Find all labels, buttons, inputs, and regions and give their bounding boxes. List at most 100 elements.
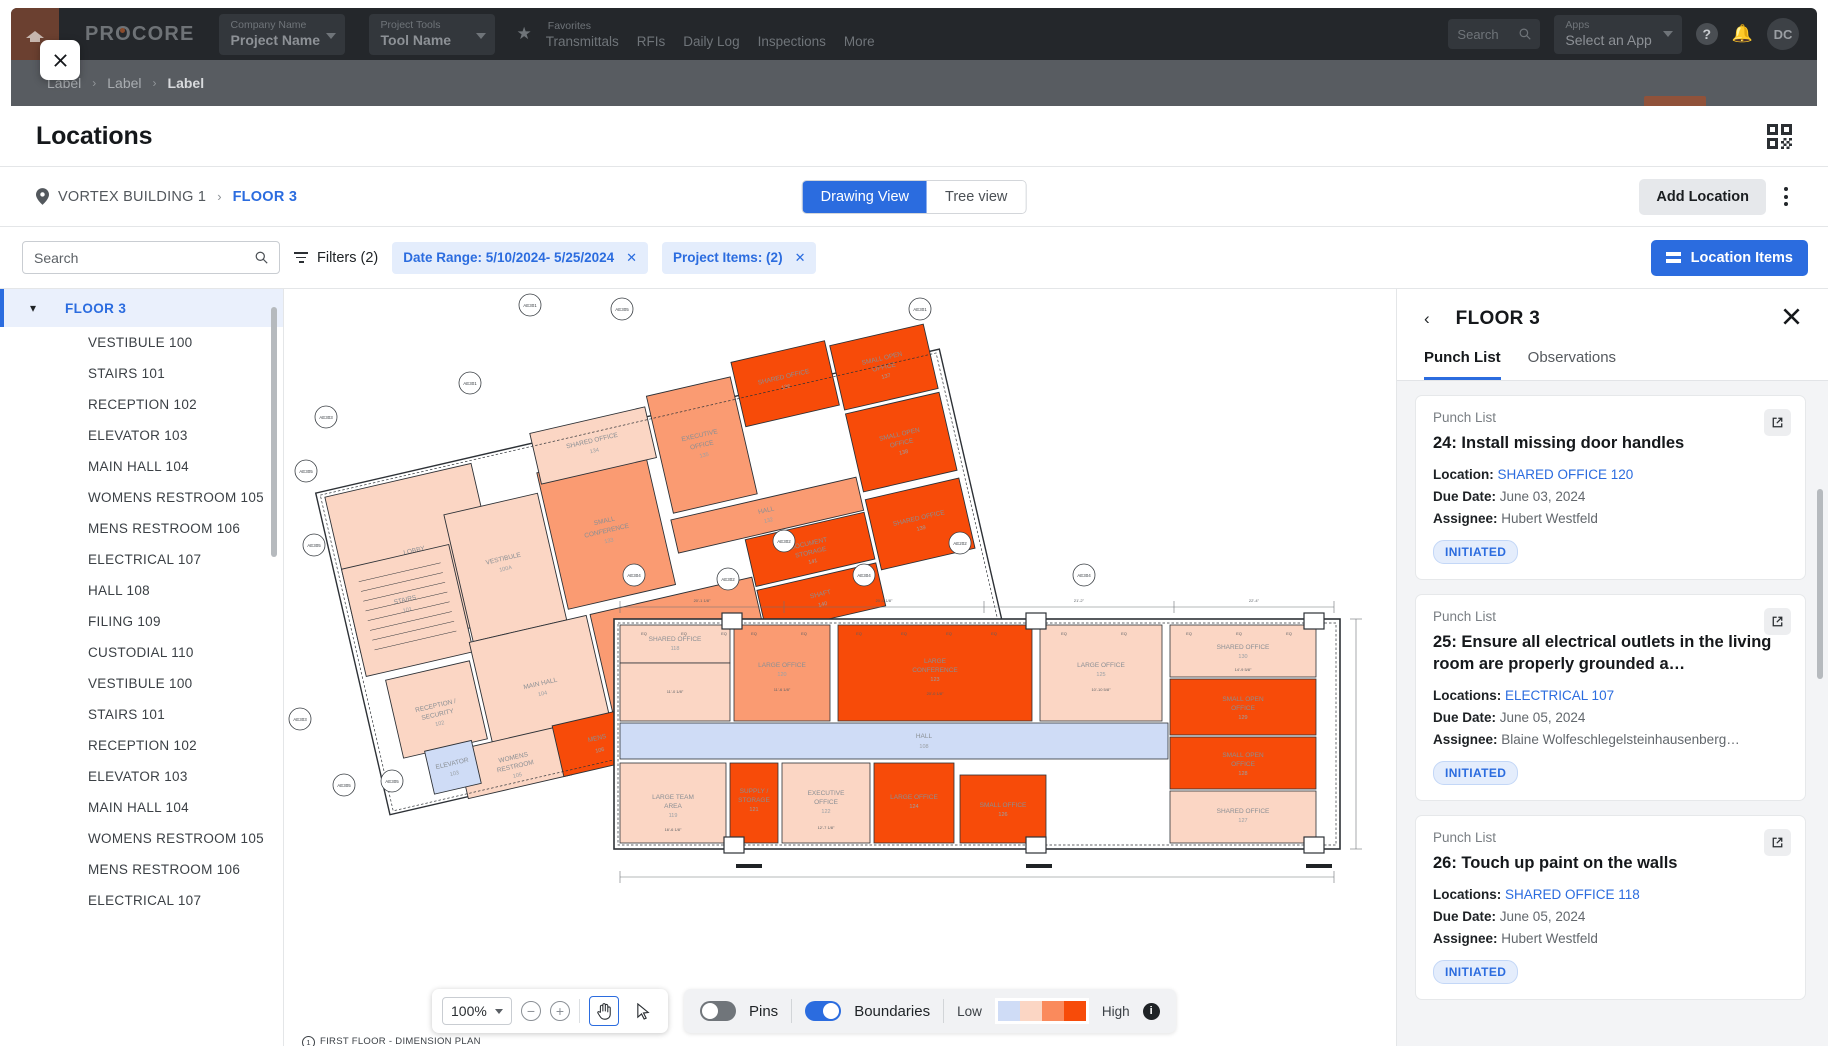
global-search-input[interactable]: Search bbox=[1448, 19, 1540, 49]
favorite-more[interactable]: More bbox=[844, 34, 875, 49]
svg-text:LARGE OFFICE: LARGE OFFICE bbox=[890, 794, 938, 801]
tree-item[interactable]: MAIN HALL 104 bbox=[0, 451, 283, 482]
filter-chip-project-items[interactable]: Project Items: (2) ✕ bbox=[662, 242, 816, 274]
open-item-button[interactable] bbox=[1764, 409, 1791, 436]
notification-bell-icon[interactable]: 🔔 bbox=[1732, 24, 1753, 44]
tree-root-floor-3[interactable]: ▾ FLOOR 3 bbox=[0, 289, 283, 327]
tree-item[interactable]: ELECTRICAL 107 bbox=[0, 544, 283, 575]
breadcrumb-item-2[interactable]: Label bbox=[107, 75, 141, 91]
punch-list-card[interactable]: Punch List24: Install missing door handl… bbox=[1415, 395, 1806, 580]
card-location-label: Location: bbox=[1433, 467, 1494, 482]
avatar[interactable]: DC bbox=[1767, 18, 1799, 50]
filter-chip-date-range[interactable]: Date Range: 5/10/2024- 5/25/2024 ✕ bbox=[392, 242, 648, 274]
search-input[interactable]: Search bbox=[22, 241, 280, 274]
punch-list-card[interactable]: Punch List25: Ensure all electrical outl… bbox=[1415, 594, 1806, 801]
tree-item-label: VESTIBULE 100 bbox=[88, 335, 192, 350]
apps-selector[interactable]: Apps Select an App bbox=[1554, 15, 1681, 54]
tree-item[interactable]: VESTIBULE 100 bbox=[0, 668, 283, 699]
sidebar-scrollbar[interactable] bbox=[271, 307, 277, 557]
card-location-value[interactable]: ELECTRICAL 107 bbox=[1505, 688, 1614, 703]
tree-item[interactable]: FILING 109 bbox=[0, 606, 283, 637]
detail-close-button[interactable] bbox=[1782, 307, 1801, 331]
tree-item[interactable]: RECEPTION 102 bbox=[0, 730, 283, 761]
tree-item[interactable]: WOMENS RESTROOM 105 bbox=[0, 482, 283, 513]
favorite-daily-log[interactable]: Daily Log bbox=[683, 34, 739, 49]
open-item-button[interactable] bbox=[1764, 608, 1791, 635]
zoom-out-button[interactable]: − bbox=[521, 1001, 541, 1021]
breadcrumb-building[interactable]: VORTEX BUILDING 1 bbox=[58, 189, 206, 205]
card-due-date: Due Date: June 03, 2024 bbox=[1433, 486, 1788, 507]
qr-code-icon[interactable] bbox=[1767, 124, 1792, 149]
zoom-level-select[interactable]: 100% bbox=[442, 997, 512, 1025]
overlay-close-button[interactable] bbox=[40, 40, 80, 80]
favorite-inspections[interactable]: Inspections bbox=[758, 34, 826, 49]
location-items-label: Location Items bbox=[1691, 250, 1793, 266]
drawing-view-tab[interactable]: Drawing View bbox=[803, 181, 927, 213]
favorite-rfis[interactable]: RFIs bbox=[637, 34, 666, 49]
map-pin-icon bbox=[36, 188, 49, 205]
svg-text:AE304: AE304 bbox=[857, 573, 871, 578]
close-icon[interactable]: ✕ bbox=[626, 250, 637, 266]
boundaries-toggle[interactable] bbox=[805, 1001, 841, 1021]
svg-text:STORAGE: STORAGE bbox=[738, 797, 770, 804]
card-assignee-value: Blaine Wolfeschlegelsteinhausenberg… bbox=[1501, 732, 1739, 747]
tree-item[interactable]: STAIRS 101 bbox=[0, 358, 283, 389]
tab-punch-list[interactable]: Punch List bbox=[1424, 349, 1501, 380]
filters-label: Filters (2) bbox=[317, 250, 378, 266]
sheet-title: FIRST FLOOR - DIMENSION PLAN bbox=[320, 1036, 481, 1046]
tree-item[interactable]: CUSTODIAL 110 bbox=[0, 637, 283, 668]
company-selector[interactable]: Company Name Project Name bbox=[219, 14, 345, 55]
tree-item[interactable]: HALL 108 bbox=[0, 575, 283, 606]
tree-item[interactable]: VESTIBULE 100 bbox=[0, 327, 283, 358]
floor-plan-drawing[interactable]: .wl{fill:none;stroke:#2d3136;stroke-widt… bbox=[284, 289, 1396, 1046]
tab-observations[interactable]: Observations bbox=[1528, 349, 1616, 380]
breadcrumb-floor[interactable]: FLOOR 3 bbox=[233, 189, 298, 205]
close-icon[interactable]: ✕ bbox=[795, 250, 806, 266]
chevron-left-icon[interactable]: ‹ bbox=[1424, 309, 1430, 329]
tree-item[interactable]: ELEVATOR 103 bbox=[0, 420, 283, 451]
drawing-viewport[interactable]: .wl{fill:none;stroke:#2d3136;stroke-widt… bbox=[284, 289, 1396, 1046]
background-breadcrumb: Label › Label › Label bbox=[11, 60, 1817, 106]
favorite-star-icon[interactable]: ★ bbox=[517, 24, 532, 44]
card-location-value[interactable]: SHARED OFFICE 120 bbox=[1498, 467, 1634, 482]
card-location-value[interactable]: SHARED OFFICE 118 bbox=[1505, 887, 1640, 902]
svg-text:14'-9 5/8": 14'-9 5/8" bbox=[1235, 667, 1252, 672]
status-badge: INITIATED bbox=[1433, 540, 1518, 564]
location-items-button[interactable]: Location Items bbox=[1651, 240, 1808, 276]
tree-item[interactable]: RECEPTION 102 bbox=[0, 389, 283, 420]
procore-logo: PROCORE bbox=[85, 23, 195, 46]
tree-item[interactable]: ELECTRICAL 107 bbox=[0, 885, 283, 916]
project-tools-selector[interactable]: Project Tools Tool Name bbox=[369, 14, 495, 55]
pins-toggle[interactable] bbox=[700, 1001, 736, 1021]
tree-view-tab[interactable]: Tree view bbox=[927, 181, 1025, 213]
heat-swatch bbox=[1042, 1001, 1064, 1021]
detail-scrollbar[interactable] bbox=[1817, 489, 1823, 679]
question-mark-icon[interactable]: ? bbox=[1696, 23, 1718, 45]
svg-text:EQ: EQ bbox=[801, 631, 807, 636]
more-options-icon[interactable] bbox=[1780, 183, 1792, 210]
zoom-in-button[interactable]: + bbox=[550, 1001, 570, 1021]
chevron-down-icon[interactable]: ▾ bbox=[30, 301, 36, 315]
add-location-button[interactable]: Add Location bbox=[1639, 179, 1766, 215]
select-tool-button[interactable] bbox=[628, 996, 658, 1026]
svg-text:LARGE OFFICE: LARGE OFFICE bbox=[758, 662, 806, 669]
svg-text:SMALL OPEN: SMALL OPEN bbox=[1222, 752, 1264, 759]
tree-item[interactable]: WOMENS RESTROOM 105 bbox=[0, 823, 283, 854]
pan-tool-button[interactable] bbox=[589, 996, 619, 1026]
tree-item[interactable]: MENS RESTROOM 106 bbox=[0, 854, 283, 885]
tree-item[interactable]: MENS RESTROOM 106 bbox=[0, 513, 283, 544]
tree-item-label: WOMENS RESTROOM 105 bbox=[88, 831, 264, 846]
open-item-button[interactable] bbox=[1764, 829, 1791, 856]
avatar-initials: DC bbox=[1774, 27, 1793, 42]
tree-item[interactable]: MAIN HALL 104 bbox=[0, 792, 283, 823]
favorite-transmittals[interactable]: Transmittals bbox=[546, 34, 619, 49]
tree-item[interactable]: STAIRS 101 bbox=[0, 699, 283, 730]
punch-list-card[interactable]: Punch List26: Touch up paint on the wall… bbox=[1415, 815, 1806, 1000]
svg-text:EQ: EQ bbox=[901, 631, 907, 636]
tree-item[interactable]: ELEVATOR 103 bbox=[0, 761, 283, 792]
info-icon[interactable]: i bbox=[1143, 1003, 1160, 1020]
filters-button[interactable]: Filters (2) bbox=[294, 250, 378, 266]
legend-high-label: High bbox=[1102, 1004, 1130, 1019]
chevron-down-icon bbox=[1663, 31, 1673, 37]
svg-text:108: 108 bbox=[919, 744, 928, 750]
